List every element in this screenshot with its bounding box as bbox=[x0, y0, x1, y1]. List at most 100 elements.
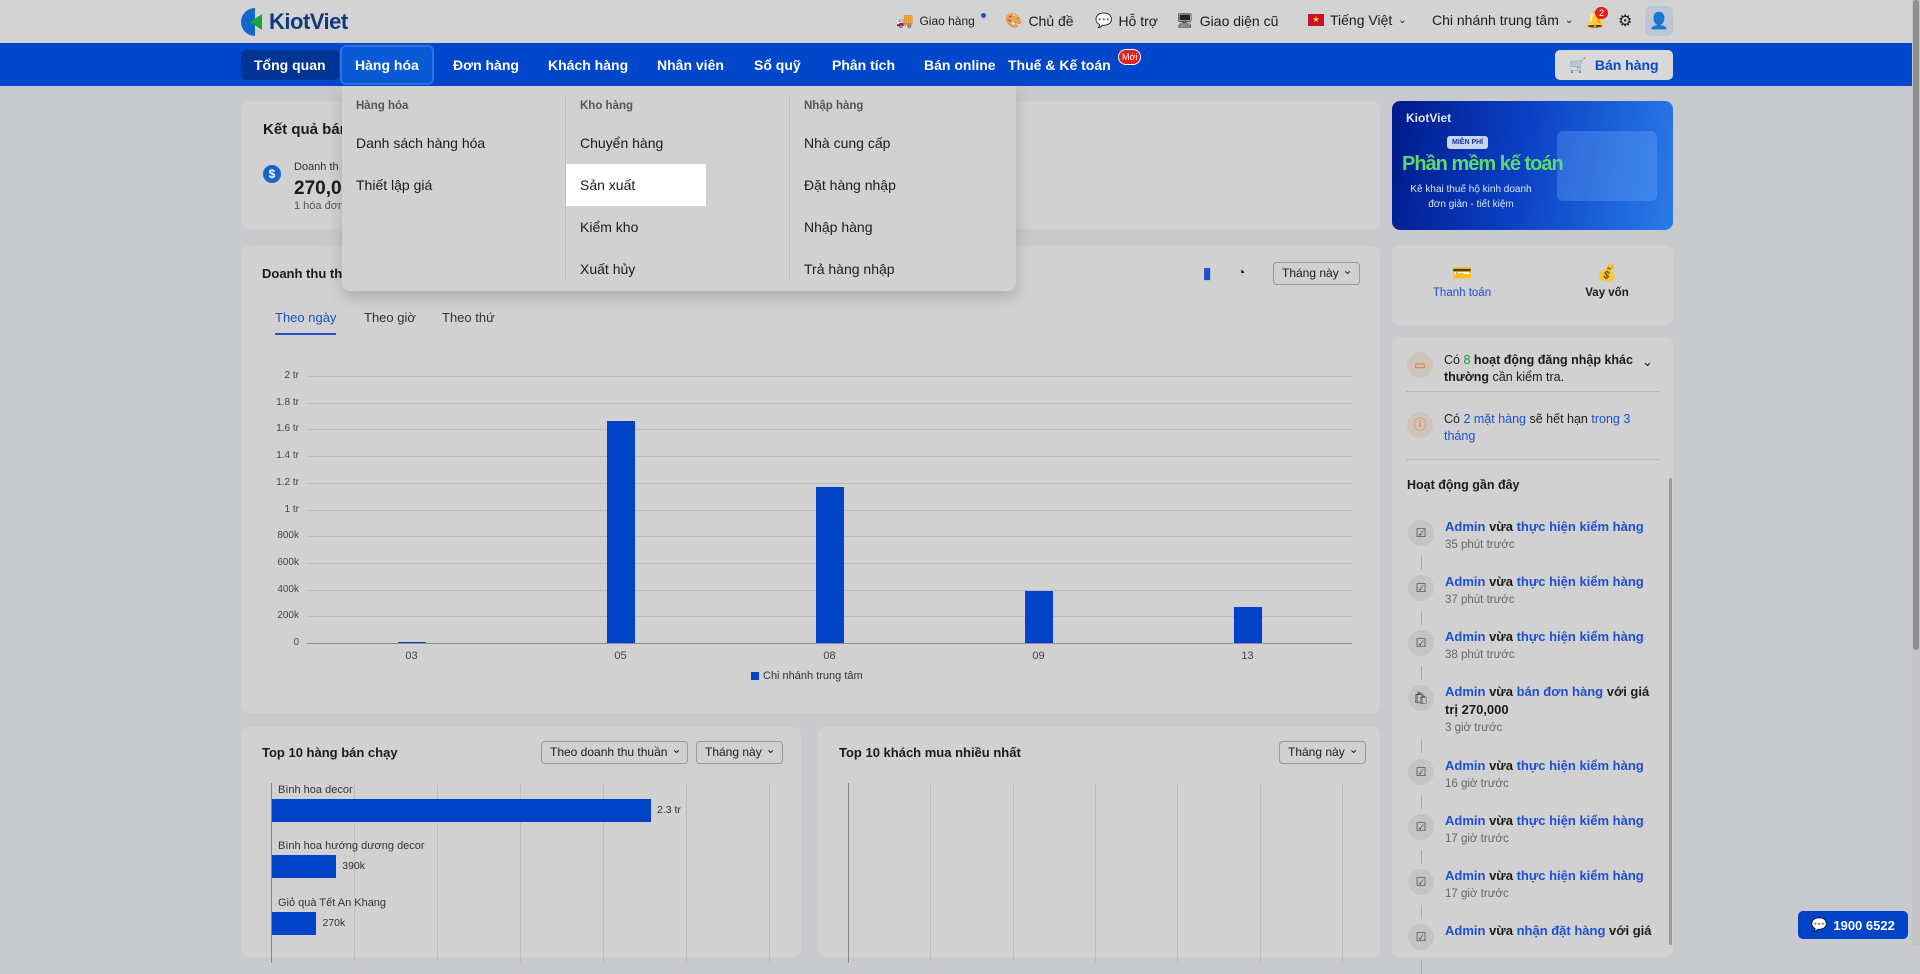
branch-select[interactable]: Chi nhánh trung tâm ⌄ bbox=[1432, 12, 1573, 28]
payment-button[interactable]: 💳 Thanh toán bbox=[1432, 263, 1492, 299]
gridline bbox=[1259, 783, 1261, 963]
kiotviet-logo-icon bbox=[241, 8, 263, 36]
product-bar[interactable] bbox=[272, 912, 317, 935]
activity-actor[interactable]: Admin bbox=[1445, 868, 1485, 883]
nav-item-0[interactable]: Tổng quan bbox=[241, 50, 339, 80]
activity-item[interactable]: ☑ Admin vừa thực hiện kiểm hàng 35 phút t… bbox=[1408, 518, 1658, 570]
truck-icon: 🚚 bbox=[896, 12, 914, 28]
divider bbox=[1406, 391, 1659, 392]
gridline bbox=[1012, 783, 1014, 963]
activity-item[interactable]: ☑ Admin vừa thực hiện kiểm hàng 17 giờ tr… bbox=[1408, 867, 1658, 919]
nav-item-2[interactable]: Đơn hàng bbox=[440, 50, 532, 80]
activity-item[interactable]: ☑ Admin vừa thực hiện kiểm hàng 37 phút t… bbox=[1408, 573, 1658, 625]
bar-08[interactable] bbox=[815, 486, 844, 643]
gridline bbox=[1094, 783, 1096, 963]
y-tick-label: 1.2 tr bbox=[276, 476, 299, 488]
activity-actor[interactable]: Admin bbox=[1445, 923, 1485, 938]
dropdown-item[interactable]: Nhà cung cấp bbox=[790, 122, 1014, 164]
nav-item-6[interactable]: Phân tích bbox=[819, 50, 908, 80]
product-bar[interactable] bbox=[272, 799, 651, 822]
activity-item[interactable]: 🛍 Admin vừa bán đơn hàng với giá trị 270,… bbox=[1408, 683, 1658, 753]
revenue-chart-card: Doanh thu th ▮ ◔ Tháng này Theo ngày The… bbox=[241, 246, 1380, 713]
card-title: Kết quả bán bbox=[263, 121, 349, 138]
activity-text: Admin vừa thực hiện kiểm hàng bbox=[1445, 628, 1658, 646]
bar-05[interactable] bbox=[606, 421, 635, 643]
dropdown-item[interactable]: Danh sách hàng hóa bbox=[342, 122, 565, 164]
gridline bbox=[307, 376, 1352, 377]
nav-item-4[interactable]: Nhân viên bbox=[644, 50, 737, 80]
activity-action[interactable]: bán đơn hàng bbox=[1517, 684, 1604, 699]
sell-button[interactable]: 🛒 Bán hàng bbox=[1555, 50, 1673, 80]
nav-item-5[interactable]: Sổ quỹ bbox=[741, 50, 814, 80]
activity-scrollbar[interactable] bbox=[1669, 478, 1672, 945]
activity-item[interactable]: ☑ Admin vừa thực hiện kiểm hàng 16 giờ tr… bbox=[1408, 757, 1658, 809]
activity-action[interactable]: thực hiện kiểm hàng bbox=[1517, 868, 1644, 883]
dropdown-item[interactable]: Chuyển hàng bbox=[566, 122, 789, 164]
scrollbar-thumb[interactable] bbox=[1913, 0, 1919, 650]
product-bar[interactable] bbox=[272, 855, 337, 878]
services-card: 💳 Thanh toán 💰 Vay vốn bbox=[1392, 245, 1673, 325]
settings-gear-icon[interactable]: ⚙ bbox=[1618, 11, 1632, 31]
delivery-link[interactable]: 🚚 Giao hàng bbox=[896, 12, 986, 29]
nav-item-8[interactable]: Thuế & Kế toán bbox=[995, 50, 1124, 80]
activity-actor[interactable]: Admin bbox=[1445, 758, 1485, 773]
login-alert[interactable]: Có 8 hoạt động đăng nhập khác thường cần… bbox=[1444, 352, 1634, 386]
old-ui-link[interactable]: 🖥 Giao diện cũ bbox=[1176, 12, 1278, 29]
bar-category-label: Bình hoa decor bbox=[278, 784, 353, 796]
dropdown-item[interactable]: Thiết lập giá bbox=[342, 164, 565, 206]
divider bbox=[1406, 459, 1659, 460]
activity-action[interactable]: thực hiện kiểm hàng bbox=[1517, 813, 1644, 828]
banner-free-tag: MIỄN PHÍ bbox=[1447, 136, 1489, 149]
activity-action[interactable]: thực hiện kiểm hàng bbox=[1517, 574, 1644, 589]
activity-item[interactable]: ☑ Admin vừa nhận đặt hàng với giá bbox=[1408, 922, 1658, 974]
notification-button[interactable]: 🔔 2 bbox=[1585, 7, 1609, 32]
nav-item-3[interactable]: Khách hàng bbox=[535, 50, 641, 80]
activity-action[interactable]: thực hiện kiểm hàng bbox=[1517, 629, 1644, 644]
support-link[interactable]: 💬 Hỗ trợ bbox=[1095, 12, 1158, 29]
activity-action[interactable]: thực hiện kiểm hàng bbox=[1517, 519, 1644, 534]
bar-09[interactable] bbox=[1024, 590, 1053, 643]
expiring-items-link[interactable]: 2 mặt hàng bbox=[1463, 412, 1526, 426]
timeline-connector bbox=[1421, 905, 1422, 919]
logo[interactable]: KiotViet bbox=[241, 8, 348, 36]
accounting-banner[interactable]: KiotViet MIỄN PHÍ Phần mềm kế toán Kê kh… bbox=[1392, 101, 1673, 230]
language-select[interactable]: ★ Tiếng Việt ⌄ bbox=[1308, 12, 1407, 28]
dropdown-item[interactable]: Đặt hàng nhập bbox=[790, 164, 1014, 206]
hotline-button[interactable]: 💬 1900 6522 bbox=[1798, 911, 1908, 939]
dropdown-item[interactable]: Kiểm kho bbox=[566, 206, 789, 248]
gridline bbox=[769, 783, 770, 963]
activity-action[interactable]: thực hiện kiểm hàng bbox=[1517, 758, 1644, 773]
activity-actor[interactable]: Admin bbox=[1445, 813, 1485, 828]
activity-actor[interactable]: Admin bbox=[1445, 684, 1485, 699]
theme-link[interactable]: 🎨 Chủ đề bbox=[1005, 12, 1074, 29]
chevron-down-icon[interactable]: ⌄ bbox=[1642, 354, 1653, 370]
activity-text: Admin vừa nhận đặt hàng với giá bbox=[1445, 922, 1658, 940]
shopping-bag-icon: 🛍 bbox=[1408, 685, 1434, 711]
loan-button[interactable]: 💰 Vay vốn bbox=[1577, 263, 1637, 299]
dropdown-item[interactable]: Sản xuất bbox=[566, 164, 706, 206]
activity-verb: vừa bbox=[1489, 574, 1513, 589]
dollar-icon: $ bbox=[263, 165, 281, 183]
expiry-alert[interactable]: Có 2 mặt hàng sẽ hết hạn trong 3 tháng bbox=[1444, 411, 1634, 445]
dropdown-column: Kho hàng Chuyển hàng Sản xuất Kiểm kho Xuất … bbox=[566, 96, 790, 280]
top-customers-card: Top 10 khách mua nhiều nhất Tháng này bbox=[818, 727, 1380, 963]
bar-03[interactable] bbox=[397, 642, 426, 643]
activity-item[interactable]: ☑ Admin vừa thực hiện kiểm hàng 17 giờ tr… bbox=[1408, 812, 1658, 864]
activity-actor[interactable]: Admin bbox=[1445, 519, 1485, 534]
page-scrollbar[interactable] bbox=[1912, 0, 1920, 945]
checklist-doc-icon: ☑ bbox=[1408, 924, 1434, 950]
activity-item[interactable]: ☑ Admin vừa thực hiện kiểm hàng 38 phút t… bbox=[1408, 628, 1658, 680]
activity-actor[interactable]: Admin bbox=[1445, 629, 1485, 644]
nav-item-7[interactable]: Bán online bbox=[911, 50, 1009, 80]
dropdown-item[interactable]: Trả hàng nhập bbox=[790, 248, 1014, 290]
monitor-icon: 🖥 bbox=[1176, 12, 1194, 28]
checklist-doc-icon: ☑ bbox=[1408, 814, 1434, 840]
avatar[interactable]: 👤 bbox=[1645, 6, 1673, 36]
activity-action[interactable]: nhận đặt hàng bbox=[1517, 923, 1606, 938]
dropdown-item[interactable]: Xuất hủy bbox=[566, 248, 789, 290]
bar-13[interactable] bbox=[1233, 606, 1262, 643]
dropdown-item[interactable]: Nhập hàng bbox=[790, 206, 1014, 248]
gridline bbox=[307, 643, 1352, 644]
nav-item-1[interactable]: Hàng hóa bbox=[340, 45, 434, 85]
activity-actor[interactable]: Admin bbox=[1445, 574, 1485, 589]
